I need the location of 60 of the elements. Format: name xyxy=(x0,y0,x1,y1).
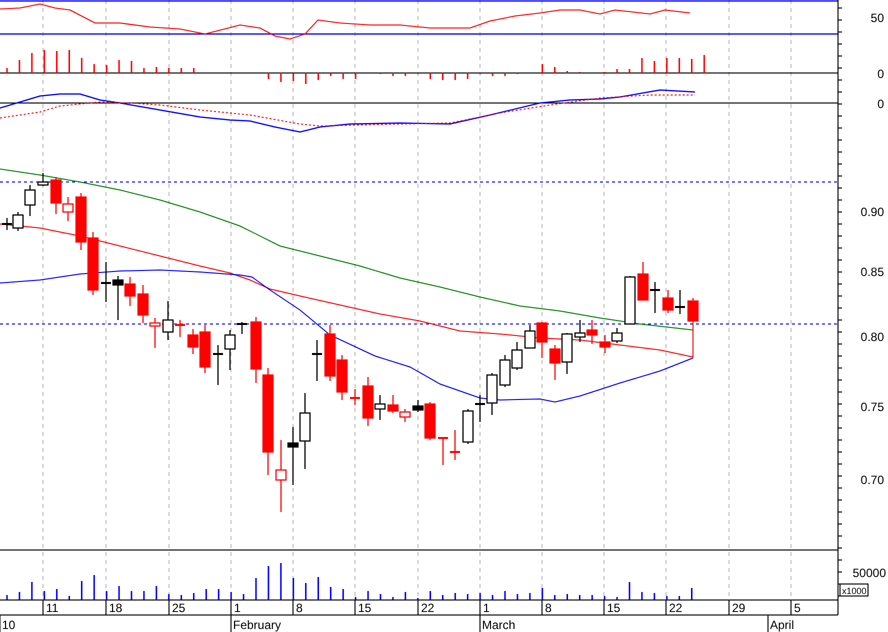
tick-mark xyxy=(168,600,170,616)
candlestick xyxy=(462,409,474,444)
candlestick xyxy=(662,290,674,313)
candlestick xyxy=(675,290,685,314)
candlestick xyxy=(624,276,636,325)
tick-mark xyxy=(728,600,730,616)
axis-label: 50000 xyxy=(852,566,886,580)
tick-mark xyxy=(292,600,294,616)
date-label: 22 xyxy=(421,601,434,615)
tick-mark xyxy=(354,600,356,616)
unit-label: x1000 xyxy=(840,584,868,596)
axis-label: 0.80 xyxy=(860,330,884,344)
tick-mark xyxy=(42,600,44,616)
candlestick xyxy=(387,395,399,413)
candlestick xyxy=(637,262,649,301)
candlestick xyxy=(599,335,611,353)
candlestick xyxy=(399,409,411,422)
candlestick xyxy=(450,430,460,460)
axis-label: 0 xyxy=(877,97,884,111)
candlestick xyxy=(137,285,149,323)
candlestick xyxy=(650,282,660,313)
date-label: 8 xyxy=(545,601,552,615)
date-label: 11 xyxy=(46,601,58,615)
candlestick xyxy=(287,427,299,485)
candlestick xyxy=(87,232,99,295)
date-label: 29 xyxy=(732,601,746,615)
candlestick xyxy=(213,345,223,385)
date-label: 5 xyxy=(794,601,801,615)
date-label: 25 xyxy=(172,601,186,615)
candlestick xyxy=(149,318,161,348)
candlestick xyxy=(499,355,511,387)
month-label: March xyxy=(482,618,516,632)
axis-label: 50 xyxy=(870,11,884,25)
month-label: April xyxy=(770,618,794,632)
candlestick xyxy=(350,389,360,405)
axis-label: 0 xyxy=(877,67,884,81)
date-label: 15 xyxy=(358,601,372,615)
month-label: February xyxy=(233,618,282,632)
axis-label: 0.85 xyxy=(860,265,884,279)
candlestick xyxy=(438,437,448,465)
candlestick xyxy=(511,342,523,370)
candlestick xyxy=(312,340,322,381)
axis-label: 0.90 xyxy=(860,205,884,219)
date-label: 8 xyxy=(296,601,303,615)
candlestick xyxy=(687,298,699,322)
date-label: 15 xyxy=(607,601,620,615)
axis-label: 0.75 xyxy=(860,400,884,414)
candlestick xyxy=(611,328,623,343)
tick-mark xyxy=(790,600,792,616)
axis-label: 0.70 xyxy=(860,473,884,487)
candlestick xyxy=(586,320,598,344)
date-label: 18 xyxy=(109,601,122,615)
month-label: 10 xyxy=(2,618,16,632)
candlestick xyxy=(101,262,111,302)
date-label: 22 xyxy=(669,601,682,615)
date-label: 1 xyxy=(483,601,490,615)
candlestick xyxy=(324,325,336,381)
date-label: 1 xyxy=(234,601,241,615)
candlestick xyxy=(549,345,561,380)
candlestick xyxy=(336,355,348,400)
